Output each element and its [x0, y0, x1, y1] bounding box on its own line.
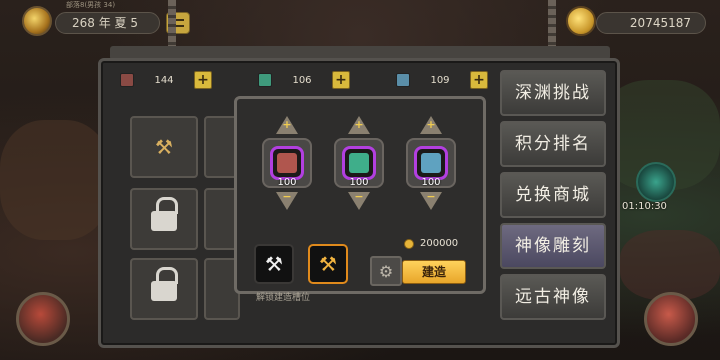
build-cost: 200000	[404, 238, 458, 249]
machine-glyph: ⚙	[378, 261, 394, 281]
gold-display: 20745187	[596, 12, 706, 34]
add-red-button[interactable]: +	[194, 71, 212, 89]
add-blue-button[interactable]: +	[470, 71, 488, 89]
gold-coin-icon	[566, 6, 596, 36]
tool-advanced-button[interactable]: ⚒	[308, 244, 348, 284]
resource-green: 106 +	[258, 70, 350, 90]
slot-hint: 解锁建造槽位	[256, 293, 311, 303]
decrease-green-button[interactable]: −	[348, 190, 370, 210]
resource-value: 144	[154, 74, 174, 86]
red-gem-icon	[277, 153, 297, 173]
cost-value: 200000	[420, 238, 459, 249]
hero-portrait-left[interactable]	[16, 292, 70, 346]
green-gem-icon	[349, 153, 369, 173]
gem-slot-green: 100	[334, 138, 384, 188]
build-slot-3[interactable]	[130, 258, 198, 320]
build-slot-1[interactable]: ⚒	[130, 116, 198, 178]
minus-icon: −	[354, 190, 364, 203]
hero-portrait-right[interactable]	[644, 292, 698, 346]
coin-icon	[404, 238, 414, 249]
menu-ranking[interactable]: 积分排名	[500, 121, 606, 167]
bg-camp	[620, 230, 720, 300]
increase-green-button[interactable]: +	[348, 116, 370, 134]
build-slot-2[interactable]	[130, 188, 198, 250]
gem-count: 100	[421, 177, 441, 188]
resource-blue: 109 +	[396, 70, 488, 90]
decrease-red-button[interactable]: −	[276, 190, 298, 210]
date-label: 268 年 夏 5	[72, 16, 138, 30]
decrease-blue-button[interactable]: −	[420, 190, 442, 210]
gem-column-blue: + 100 −	[406, 116, 456, 210]
menu-ancient-statue[interactable]: 远古神像	[500, 274, 606, 320]
lock-icon	[151, 267, 178, 301]
plus-icon: +	[282, 118, 292, 131]
red-cube-icon	[120, 73, 134, 87]
lock-icon	[151, 197, 178, 231]
bg-tent	[0, 120, 110, 240]
hammer-icon: ⚒	[265, 252, 283, 276]
game-scene: 268 年 夏 5 部落8(男孩 34) 20745187 144 + 106 …	[0, 0, 720, 360]
top-bar: 268 年 夏 5 部落8(男孩 34) 20745187	[0, 0, 720, 40]
minus-icon: −	[282, 190, 292, 203]
season-icon[interactable]	[22, 6, 52, 36]
chain-left	[168, 0, 176, 50]
gem-column-green: + 100 −	[334, 116, 384, 210]
build-button[interactable]: 建造	[402, 260, 466, 284]
tool-basic-button[interactable]: ⚒	[254, 244, 294, 284]
gem-slot-blue: 100	[406, 138, 456, 188]
event-timer: 01:10:30	[622, 201, 667, 212]
gem-count: 100	[277, 177, 297, 188]
increase-blue-button[interactable]: +	[420, 116, 442, 134]
gem-slot-red: 100	[262, 138, 312, 188]
hammer-icon: ⚒	[155, 135, 173, 159]
blue-cube-icon	[396, 73, 410, 87]
resource-red: 144 +	[120, 70, 212, 90]
blue-gem-icon	[421, 153, 441, 173]
gem-column-red: + 100 −	[262, 116, 312, 210]
add-green-button[interactable]: +	[332, 71, 350, 89]
menu-abyss-challenge[interactable]: 深渊挑战	[500, 70, 606, 116]
chain-right	[548, 0, 556, 50]
plus-icon: +	[426, 118, 436, 131]
resource-value: 109	[430, 74, 450, 86]
minus-icon: −	[426, 190, 436, 203]
green-cube-icon	[258, 73, 272, 87]
menu-statue-carving[interactable]: 神像雕刻	[500, 223, 606, 269]
resource-value: 106	[292, 74, 312, 86]
boss-icon[interactable]	[636, 162, 676, 202]
increase-red-button[interactable]: +	[276, 116, 298, 134]
date-display: 268 年 夏 5	[55, 12, 160, 34]
date-sub: 部落8(男孩 34)	[66, 1, 116, 9]
machine-icon: ⚙	[370, 256, 402, 286]
plus-icon: +	[354, 118, 364, 131]
gem-count: 100	[349, 177, 369, 188]
hammer-question-icon: ⚒	[319, 252, 337, 276]
menu-exchange-shop[interactable]: 兑换商城	[500, 172, 606, 218]
